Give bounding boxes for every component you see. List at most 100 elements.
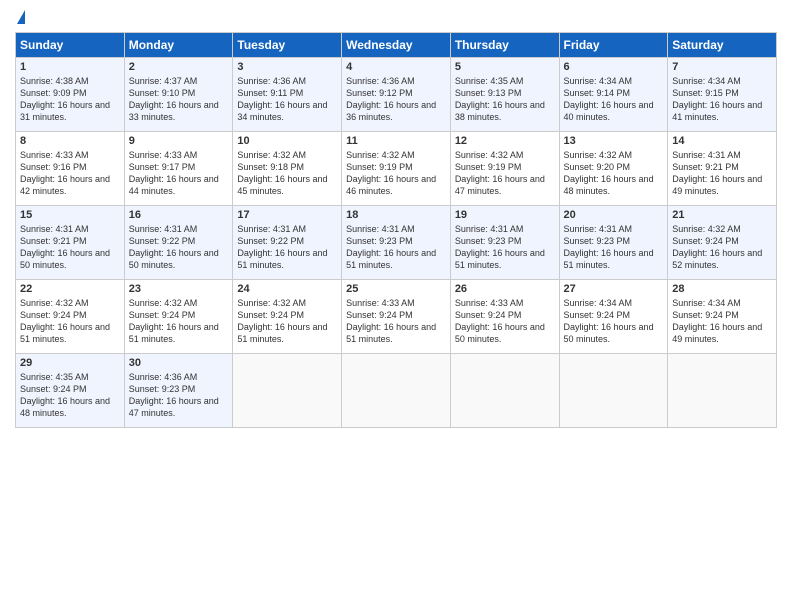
- day-info: Sunrise: 4:32 AMSunset: 9:18 PMDaylight:…: [237, 149, 337, 198]
- day-number: 8: [20, 135, 120, 147]
- day-number: 22: [20, 283, 120, 295]
- day-cell: 25 Sunrise: 4:33 AMSunset: 9:24 PMDaylig…: [342, 280, 451, 354]
- day-number: 24: [237, 283, 337, 295]
- day-number: 3: [237, 61, 337, 73]
- day-info: Sunrise: 4:33 AMSunset: 9:24 PMDaylight:…: [346, 297, 446, 346]
- day-cell: 9 Sunrise: 4:33 AMSunset: 9:17 PMDayligh…: [124, 132, 233, 206]
- day-cell: 10 Sunrise: 4:32 AMSunset: 9:18 PMDaylig…: [233, 132, 342, 206]
- day-cell: 20 Sunrise: 4:31 AMSunset: 9:23 PMDaylig…: [559, 206, 668, 280]
- day-info: Sunrise: 4:33 AMSunset: 9:17 PMDaylight:…: [129, 149, 229, 198]
- day-cell: 13 Sunrise: 4:32 AMSunset: 9:20 PMDaylig…: [559, 132, 668, 206]
- day-info: Sunrise: 4:34 AMSunset: 9:14 PMDaylight:…: [564, 75, 664, 124]
- day-cell: 18 Sunrise: 4:31 AMSunset: 9:23 PMDaylig…: [342, 206, 451, 280]
- day-info: Sunrise: 4:33 AMSunset: 9:16 PMDaylight:…: [20, 149, 120, 198]
- day-cell: 17 Sunrise: 4:31 AMSunset: 9:22 PMDaylig…: [233, 206, 342, 280]
- day-cell: 12 Sunrise: 4:32 AMSunset: 9:19 PMDaylig…: [450, 132, 559, 206]
- column-header-saturday: Saturday: [668, 33, 777, 58]
- day-info: Sunrise: 4:32 AMSunset: 9:24 PMDaylight:…: [237, 297, 337, 346]
- column-header-friday: Friday: [559, 33, 668, 58]
- day-info: Sunrise: 4:36 AMSunset: 9:12 PMDaylight:…: [346, 75, 446, 124]
- day-cell: 21 Sunrise: 4:32 AMSunset: 9:24 PMDaylig…: [668, 206, 777, 280]
- day-cell: [559, 354, 668, 428]
- day-cell: 1 Sunrise: 4:38 AMSunset: 9:09 PMDayligh…: [16, 58, 125, 132]
- day-number: 7: [672, 61, 772, 73]
- day-info: Sunrise: 4:32 AMSunset: 9:20 PMDaylight:…: [564, 149, 664, 198]
- day-number: 29: [20, 357, 120, 369]
- day-info: Sunrise: 4:33 AMSunset: 9:24 PMDaylight:…: [455, 297, 555, 346]
- day-info: Sunrise: 4:32 AMSunset: 9:19 PMDaylight:…: [455, 149, 555, 198]
- day-cell: 19 Sunrise: 4:31 AMSunset: 9:23 PMDaylig…: [450, 206, 559, 280]
- week-row-2: 8 Sunrise: 4:33 AMSunset: 9:16 PMDayligh…: [16, 132, 777, 206]
- column-header-monday: Monday: [124, 33, 233, 58]
- day-number: 28: [672, 283, 772, 295]
- day-number: 14: [672, 135, 772, 147]
- logo-triangle-icon: [17, 10, 25, 24]
- day-cell: 5 Sunrise: 4:35 AMSunset: 9:13 PMDayligh…: [450, 58, 559, 132]
- day-info: Sunrise: 4:32 AMSunset: 9:24 PMDaylight:…: [20, 297, 120, 346]
- day-number: 11: [346, 135, 446, 147]
- column-header-wednesday: Wednesday: [342, 33, 451, 58]
- day-cell: 14 Sunrise: 4:31 AMSunset: 9:21 PMDaylig…: [668, 132, 777, 206]
- day-info: Sunrise: 4:37 AMSunset: 9:10 PMDaylight:…: [129, 75, 229, 124]
- day-info: Sunrise: 4:31 AMSunset: 9:23 PMDaylight:…: [564, 223, 664, 272]
- day-number: 19: [455, 209, 555, 221]
- day-number: 16: [129, 209, 229, 221]
- day-number: 9: [129, 135, 229, 147]
- day-cell: 24 Sunrise: 4:32 AMSunset: 9:24 PMDaylig…: [233, 280, 342, 354]
- day-cell: [668, 354, 777, 428]
- day-cell: 11 Sunrise: 4:32 AMSunset: 9:19 PMDaylig…: [342, 132, 451, 206]
- day-info: Sunrise: 4:32 AMSunset: 9:19 PMDaylight:…: [346, 149, 446, 198]
- day-cell: 29 Sunrise: 4:35 AMSunset: 9:24 PMDaylig…: [16, 354, 125, 428]
- day-number: 2: [129, 61, 229, 73]
- week-row-4: 22 Sunrise: 4:32 AMSunset: 9:24 PMDaylig…: [16, 280, 777, 354]
- day-info: Sunrise: 4:31 AMSunset: 9:21 PMDaylight:…: [672, 149, 772, 198]
- day-info: Sunrise: 4:34 AMSunset: 9:24 PMDaylight:…: [564, 297, 664, 346]
- column-header-sunday: Sunday: [16, 33, 125, 58]
- day-info: Sunrise: 4:34 AMSunset: 9:15 PMDaylight:…: [672, 75, 772, 124]
- day-info: Sunrise: 4:31 AMSunset: 9:22 PMDaylight:…: [237, 223, 337, 272]
- page: SundayMondayTuesdayWednesdayThursdayFrid…: [0, 0, 792, 612]
- day-cell: [342, 354, 451, 428]
- day-cell: 16 Sunrise: 4:31 AMSunset: 9:22 PMDaylig…: [124, 206, 233, 280]
- week-row-5: 29 Sunrise: 4:35 AMSunset: 9:24 PMDaylig…: [16, 354, 777, 428]
- day-info: Sunrise: 4:31 AMSunset: 9:23 PMDaylight:…: [346, 223, 446, 272]
- week-row-1: 1 Sunrise: 4:38 AMSunset: 9:09 PMDayligh…: [16, 58, 777, 132]
- day-info: Sunrise: 4:31 AMSunset: 9:23 PMDaylight:…: [455, 223, 555, 272]
- day-number: 10: [237, 135, 337, 147]
- day-number: 25: [346, 283, 446, 295]
- day-info: Sunrise: 4:31 AMSunset: 9:22 PMDaylight:…: [129, 223, 229, 272]
- column-header-thursday: Thursday: [450, 33, 559, 58]
- day-info: Sunrise: 4:35 AMSunset: 9:13 PMDaylight:…: [455, 75, 555, 124]
- day-cell: 8 Sunrise: 4:33 AMSunset: 9:16 PMDayligh…: [16, 132, 125, 206]
- day-cell: 6 Sunrise: 4:34 AMSunset: 9:14 PMDayligh…: [559, 58, 668, 132]
- day-cell: 27 Sunrise: 4:34 AMSunset: 9:24 PMDaylig…: [559, 280, 668, 354]
- day-number: 13: [564, 135, 664, 147]
- calendar-table: SundayMondayTuesdayWednesdayThursdayFrid…: [15, 32, 777, 428]
- day-info: Sunrise: 4:32 AMSunset: 9:24 PMDaylight:…: [672, 223, 772, 272]
- day-number: 21: [672, 209, 772, 221]
- day-info: Sunrise: 4:36 AMSunset: 9:23 PMDaylight:…: [129, 371, 229, 420]
- day-number: 15: [20, 209, 120, 221]
- day-number: 27: [564, 283, 664, 295]
- day-cell: 22 Sunrise: 4:32 AMSunset: 9:24 PMDaylig…: [16, 280, 125, 354]
- day-info: Sunrise: 4:36 AMSunset: 9:11 PMDaylight:…: [237, 75, 337, 124]
- day-cell: 7 Sunrise: 4:34 AMSunset: 9:15 PMDayligh…: [668, 58, 777, 132]
- day-cell: 23 Sunrise: 4:32 AMSunset: 9:24 PMDaylig…: [124, 280, 233, 354]
- day-number: 18: [346, 209, 446, 221]
- header: [15, 10, 777, 26]
- day-number: 4: [346, 61, 446, 73]
- day-number: 12: [455, 135, 555, 147]
- day-cell: 30 Sunrise: 4:36 AMSunset: 9:23 PMDaylig…: [124, 354, 233, 428]
- day-number: 26: [455, 283, 555, 295]
- header-row: SundayMondayTuesdayWednesdayThursdayFrid…: [16, 33, 777, 58]
- day-cell: 3 Sunrise: 4:36 AMSunset: 9:11 PMDayligh…: [233, 58, 342, 132]
- day-number: 20: [564, 209, 664, 221]
- day-number: 1: [20, 61, 120, 73]
- day-cell: 15 Sunrise: 4:31 AMSunset: 9:21 PMDaylig…: [16, 206, 125, 280]
- day-info: Sunrise: 4:32 AMSunset: 9:24 PMDaylight:…: [129, 297, 229, 346]
- day-cell: 28 Sunrise: 4:34 AMSunset: 9:24 PMDaylig…: [668, 280, 777, 354]
- day-number: 30: [129, 357, 229, 369]
- day-cell: 26 Sunrise: 4:33 AMSunset: 9:24 PMDaylig…: [450, 280, 559, 354]
- column-header-tuesday: Tuesday: [233, 33, 342, 58]
- day-info: Sunrise: 4:35 AMSunset: 9:24 PMDaylight:…: [20, 371, 120, 420]
